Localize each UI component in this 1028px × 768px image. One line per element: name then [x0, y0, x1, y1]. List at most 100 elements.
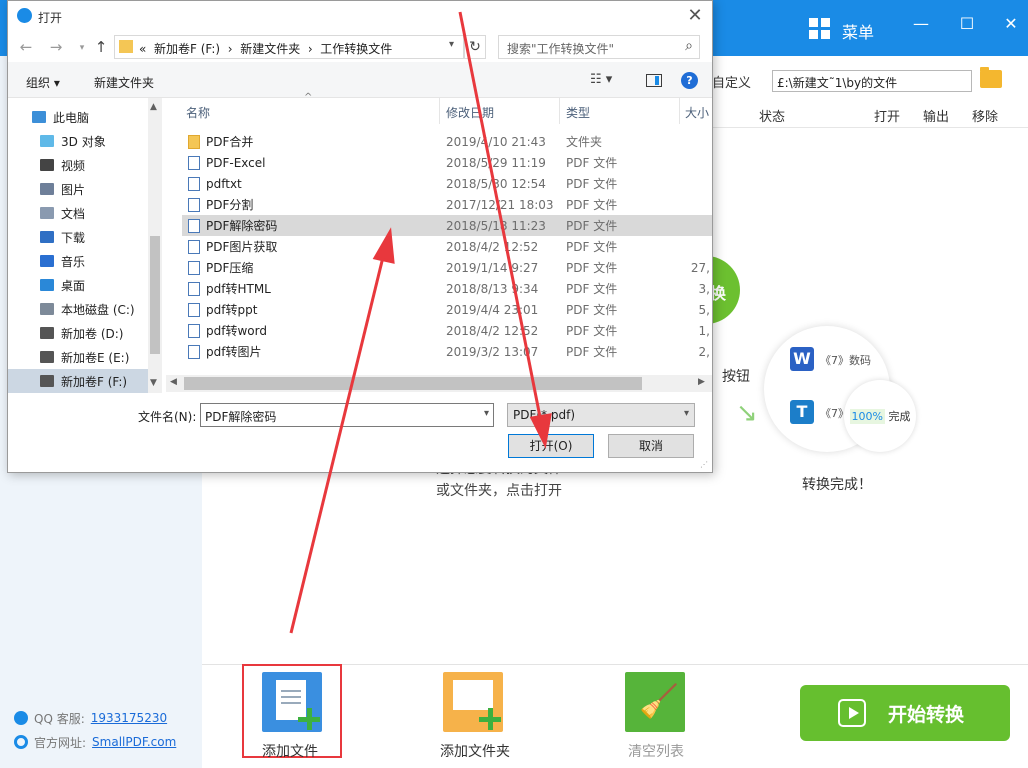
site-link[interactable]: SmallPDF.com: [92, 735, 176, 749]
scroll-up-icon[interactable]: ▲: [150, 102, 157, 112]
scroll-right-icon[interactable]: ▶: [698, 377, 705, 387]
search-input[interactable]: 搜索"工作转换文件" ⌕: [498, 35, 700, 59]
clear-list-label[interactable]: 清空列表: [596, 741, 716, 761]
add-file-icon[interactable]: [262, 672, 322, 732]
scroll-left-icon[interactable]: ◀: [170, 377, 177, 387]
download-icon: [40, 231, 54, 243]
help-icon[interactable]: ?: [681, 72, 698, 89]
nav-item[interactable]: 3D 对象: [8, 129, 148, 153]
file-date: 2019/3/2 13:07: [446, 344, 539, 359]
file-row[interactable]: PDF合并 2019/4/10 21:43 文件夹: [182, 131, 712, 152]
chevron-down-icon[interactable]: ▾: [449, 39, 454, 50]
file-date: 2019/4/10 21:43: [446, 134, 546, 149]
scroll-down-icon[interactable]: ▼: [150, 378, 157, 388]
add-file-label[interactable]: 添加文件: [230, 741, 350, 761]
broom-icon[interactable]: 🧹: [625, 672, 685, 732]
file-row[interactable]: PDF-Excel 2018/5/29 11:19 PDF 文件: [182, 152, 712, 173]
nav-item[interactable]: 新加卷E (E:): [8, 345, 148, 369]
file-name: PDF分割: [206, 198, 254, 212]
horizontal-scrollbar[interactable]: ◀ ▶: [166, 375, 712, 392]
column-divider[interactable]: [439, 98, 440, 124]
refresh-icon[interactable]: ↻: [464, 35, 486, 59]
file-row[interactable]: pdftxt 2018/5/30 12:54 PDF 文件: [182, 173, 712, 194]
breadcrumb-overflow[interactable]: «: [139, 42, 146, 56]
file-row[interactable]: PDF解除密码 2018/5/18 11:23 PDF 文件: [182, 215, 712, 236]
column-size[interactable]: 大小: [685, 104, 709, 121]
open-button[interactable]: 打开(O): [508, 434, 594, 458]
file-row[interactable]: pdf转图片 2019/3/2 13:07 PDF 文件 2,: [182, 341, 712, 362]
file-size: 1,: [698, 323, 710, 338]
output-path-field[interactable]: £:\新建文˜1\by的文件: [772, 70, 972, 92]
file-row[interactable]: PDF图片获取 2018/4/2 12:52 PDF 文件: [182, 236, 712, 257]
breadcrumb-drive[interactable]: 新加卷F (F:): [154, 42, 220, 56]
search-placeholder: 搜索"工作转换文件": [507, 42, 615, 56]
browse-folder-icon[interactable]: [980, 67, 1002, 88]
cancel-button[interactable]: 取消: [608, 434, 694, 458]
file-type: 文件夹: [566, 135, 603, 149]
breadcrumb-current[interactable]: 工作转换文件: [320, 42, 392, 56]
column-type[interactable]: 类型: [566, 104, 590, 121]
file-row[interactable]: pdf转HTML 2018/8/13 9:34 PDF 文件 3,: [182, 278, 712, 299]
word-icon: W: [790, 347, 814, 371]
start-convert-button[interactable]: 开始转换: [800, 685, 1010, 741]
file-row[interactable]: PDF压缩 2019/1/14 9:27 PDF 文件 27,: [182, 257, 712, 278]
chevron-down-icon[interactable]: ▾: [684, 408, 689, 419]
column-remove: 移除: [972, 110, 999, 125]
nav-item[interactable]: 此电脑: [8, 105, 148, 129]
column-status: 状态: [759, 110, 786, 125]
column-name[interactable]: 名称: [186, 104, 210, 121]
filename-value: PDF解除密码: [205, 410, 277, 424]
nav-item[interactable]: 新加卷 (D:): [8, 321, 148, 345]
column-date[interactable]: 修改日期: [446, 104, 494, 121]
nav-scroll-thumb[interactable]: [150, 236, 160, 354]
file-type: PDF 文件: [566, 198, 618, 212]
file-row[interactable]: PDF分割 2017/12/21 18:03 PDF 文件: [182, 194, 712, 215]
chevron-down-icon[interactable]: ▾: [484, 408, 489, 419]
qq-number-link[interactable]: 1933175230: [91, 711, 167, 725]
breadcrumb-folder[interactable]: 新建文件夹: [240, 42, 300, 56]
file-row[interactable]: pdf转ppt 2019/4/4 23:01 PDF 文件 5,: [182, 299, 712, 320]
nav-item[interactable]: 桌面: [8, 273, 148, 297]
column-divider[interactable]: [679, 98, 680, 124]
filename-input[interactable]: PDF解除密码 ▾: [200, 403, 494, 427]
preview-pane-icon[interactable]: [646, 74, 662, 87]
nav-item-label: 视频: [61, 158, 86, 173]
up-arrow-icon[interactable]: ↑: [91, 38, 111, 56]
recent-dropdown-icon[interactable]: ▾: [72, 43, 92, 53]
resize-grip-icon[interactable]: ⋰: [700, 460, 708, 469]
minimize-button[interactable]: —: [906, 14, 936, 33]
filetype-select[interactable]: PDF(*.pdf) ▾: [507, 403, 695, 427]
back-arrow-icon[interactable]: ←: [16, 38, 36, 56]
horizontal-scroll-thumb[interactable]: [184, 377, 642, 390]
nav-item[interactable]: 图片: [8, 177, 148, 201]
preview-row-1: 《7》数码: [820, 354, 871, 367]
add-folder-icon[interactable]: [443, 672, 503, 732]
menu-grid-icon[interactable]: [809, 18, 831, 40]
organize-button[interactable]: 组织 ▾: [26, 74, 60, 91]
nav-item[interactable]: 视频: [8, 153, 148, 177]
view-options-icon[interactable]: ☷ ▾: [590, 72, 612, 87]
nav-item-label: 文档: [61, 206, 86, 221]
nav-item-label: 新加卷E (E:): [61, 350, 130, 365]
nav-item[interactable]: 文档: [8, 201, 148, 225]
column-divider[interactable]: [559, 98, 560, 124]
new-folder-button[interactable]: 新建文件夹: [94, 74, 154, 91]
nav-scrollbar[interactable]: ▲ ▼: [148, 98, 162, 393]
add-folder-label[interactable]: 添加文件夹: [415, 741, 535, 761]
nav-item[interactable]: 音乐: [8, 249, 148, 273]
file-list: PDF合并 2019/4/10 21:43 文件夹 PDF-Excel 2018/5/2…: [182, 131, 712, 371]
nav-item[interactable]: 新加卷F (F:): [8, 369, 148, 393]
file-type: PDF 文件: [566, 219, 618, 233]
column-open: 打开: [874, 110, 901, 125]
dialog-close-icon[interactable]: ✕: [680, 5, 710, 27]
forward-arrow-icon[interactable]: →: [46, 38, 66, 56]
close-app-button[interactable]: ✕: [996, 14, 1026, 33]
nav-item[interactable]: 下载: [8, 225, 148, 249]
file-row[interactable]: pdf转word 2018/4/2 12:52 PDF 文件 1,: [182, 320, 712, 341]
maximize-button[interactable]: ☐: [952, 14, 982, 33]
search-icon: ⌕: [685, 38, 693, 54]
nav-item[interactable]: 本地磁盘 (C:): [8, 297, 148, 321]
file-name: PDF合并: [206, 135, 254, 149]
address-bar[interactable]: « 新加卷F (F:) › 新建文件夹 › 工作转换文件 ▾: [114, 35, 464, 59]
menu-label[interactable]: 菜单: [842, 19, 874, 43]
